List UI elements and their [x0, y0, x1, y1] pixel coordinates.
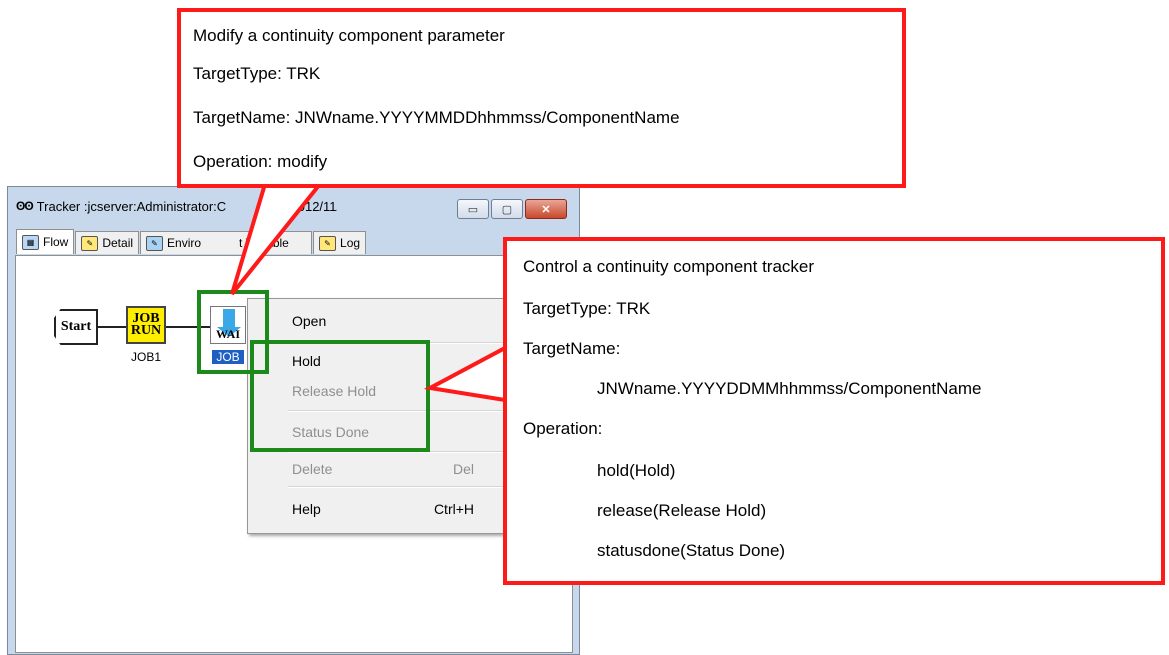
start-icon[interactable]: Start	[54, 309, 98, 345]
tab-detail[interactable]: ✎ Detail	[75, 231, 140, 254]
menu-separator	[288, 486, 504, 488]
eyes-icon: ʘʘ	[16, 199, 34, 213]
callout-line: release(Release Hold)	[597, 501, 767, 520]
highlight-menu-items	[250, 340, 430, 452]
callout-control-tracker: Control a continuity component tracker T…	[503, 237, 1165, 585]
maximize-button[interactable]: ▢	[491, 199, 523, 219]
notebook-icon: ✎	[146, 235, 164, 251]
callout-line: Operation: modify	[193, 152, 328, 171]
callout-modify-parameter: Modify a continuity component parameter …	[177, 8, 906, 188]
tab-label: Log	[340, 236, 361, 250]
tab-environment[interactable]: ✎ Enviro t Variable	[140, 231, 313, 254]
tab-label: Detail	[102, 236, 134, 250]
job-name-label: JOB1	[130, 350, 161, 364]
menu-item-open[interactable]: Open	[292, 313, 326, 329]
callout-line: hold(Hold)	[597, 461, 676, 480]
job-icon-text: RUN	[130, 323, 162, 338]
menu-shortcut: Ctrl+H	[433, 501, 474, 517]
tab-flow[interactable]: ▦ Flow	[16, 229, 75, 254]
tab-label: Enviro	[167, 236, 202, 250]
callout-line: JNWname.YYYYDDMMhhmmss/ComponentName	[597, 379, 982, 398]
callout-line: TargetType: TRK	[523, 299, 651, 318]
job-run-icon[interactable]: JOB RUN	[126, 306, 166, 344]
callout-line: Modify a continuity component parameter	[193, 26, 505, 45]
callout-line: statusdone(Status Done)	[597, 541, 786, 560]
callout-line: TargetName: JNWname.YYYYMMDDhhmmss/Compo…	[193, 108, 680, 127]
close-button[interactable]: ✕	[525, 199, 567, 219]
window-title: Tracker :jcserver:Administrator:C (2012/1…	[36, 198, 337, 214]
window-controls: ▭ ▢ ✕	[457, 199, 567, 219]
menu-shortcut: Del	[452, 461, 474, 477]
tab-bar: ▦ Flow ✎ Detail ✎ Enviro t Variable ✎ Lo…	[16, 229, 367, 255]
notebook-icon: ✎	[319, 235, 337, 251]
menu-item-delete[interactable]: Delete	[292, 461, 332, 477]
minimize-button[interactable]: ▭	[457, 199, 489, 219]
flow-icon: ▦	[22, 234, 39, 250]
connector-line	[98, 326, 126, 328]
callout-line: Operation:	[523, 419, 603, 438]
tab-label: Flow	[43, 235, 69, 249]
callout-line: Control a continuity component tracker	[523, 257, 815, 276]
callout-line: TargetType: TRK	[193, 64, 321, 83]
notebook-icon: ✎	[81, 235, 99, 251]
callout-line: TargetName:	[523, 339, 621, 358]
menu-item-help[interactable]: Help	[292, 501, 321, 517]
tab-log[interactable]: ✎ Log	[313, 231, 367, 254]
title-bar[interactable]: ʘʘ Tracker :jcserver:Administrator:C (201…	[8, 187, 579, 225]
tab-label: t Variable	[239, 236, 289, 250]
